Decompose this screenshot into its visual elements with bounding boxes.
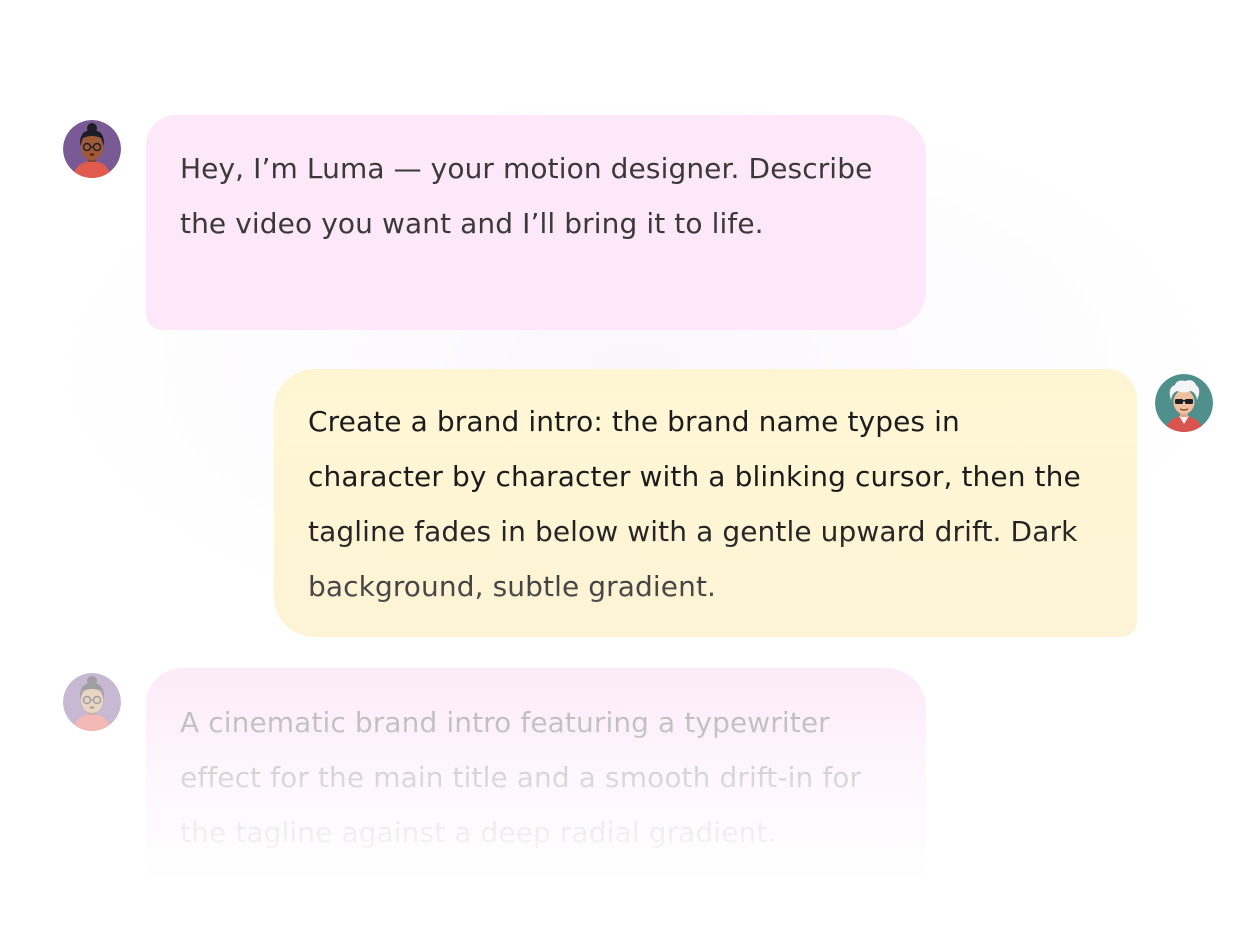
assistant-message-bubble-pending: A cinematic brand intro featuring a type… xyxy=(146,668,926,883)
user-message-text: Create a brand intro: the brand name typ… xyxy=(308,394,1103,614)
assistant-message-text-pending: A cinematic brand intro featuring a type… xyxy=(180,695,892,860)
chat-window: Hey, I’m Luma — your motion designer. De… xyxy=(0,0,1258,933)
assistant-avatar-icon xyxy=(63,673,121,731)
assistant-message-text: Hey, I’m Luma — your motion designer. De… xyxy=(180,152,873,240)
assistant-avatar-icon xyxy=(63,120,121,178)
user-avatar-icon xyxy=(1155,374,1213,432)
assistant-message-bubble: Hey, I’m Luma — your motion designer. De… xyxy=(146,115,926,330)
user-message-bubble: Create a brand intro: the brand name typ… xyxy=(274,369,1137,637)
